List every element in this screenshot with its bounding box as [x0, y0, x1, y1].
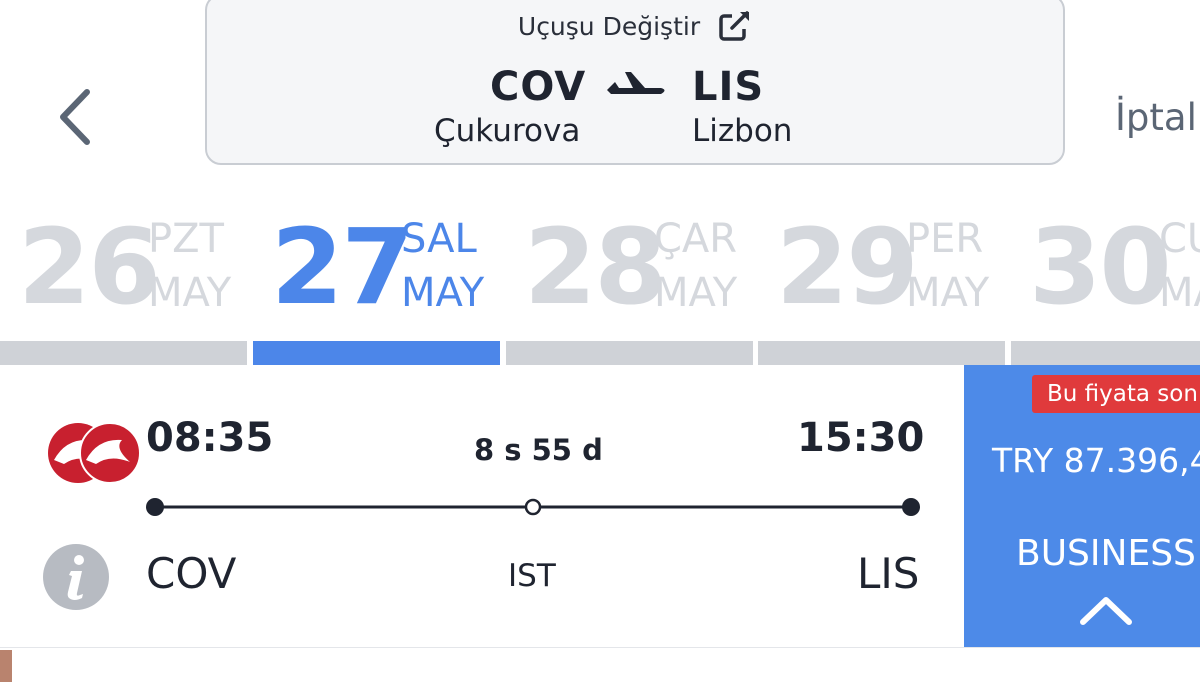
date-weekday: PZT: [148, 216, 224, 262]
date-day: 30: [1029, 206, 1172, 328]
date-month: MAY: [654, 270, 738, 316]
airplane-icon: [607, 72, 665, 94]
date-weekday: ÇAR: [654, 216, 738, 262]
fare-price: TRY 87.396,4: [992, 441, 1200, 480]
edit-icon: [719, 10, 752, 41]
stop-dot: [524, 498, 542, 516]
info-icon[interactable]: [42, 543, 110, 611]
next-result-accent: [0, 650, 12, 682]
date-day: 29: [776, 206, 919, 328]
departure-time: 08:35: [146, 415, 274, 461]
back-button[interactable]: [40, 82, 110, 152]
arrival-airport-code: LIS: [857, 549, 920, 598]
date-selector: 26 PZT MAY 27 SAL MAY 28 ÇAR MAY 29 PER …: [0, 205, 1200, 365]
date-day: 28: [524, 206, 667, 328]
fare-class-label: BUSINESS: [1016, 533, 1196, 574]
date-weekday: SAL: [401, 216, 477, 262]
destination-city: Lizbon: [692, 113, 793, 149]
date-indicator: [506, 341, 753, 365]
date-indicator: [253, 341, 500, 365]
date-month: MAY: [148, 270, 232, 316]
date-month: MAY: [401, 270, 485, 316]
date-weekday: CU: [1159, 216, 1200, 262]
date-month: MA: [1159, 270, 1200, 316]
date-tab-27[interactable]: 27 SAL MAY: [253, 205, 500, 365]
date-weekday: PER: [906, 216, 984, 262]
origin-code: COV: [490, 64, 587, 110]
next-result-row: [0, 648, 1200, 682]
destination-code: LIS: [692, 64, 765, 110]
origin-city: Çukurova: [434, 113, 581, 149]
departure-dot: [146, 498, 164, 516]
date-tab-29[interactable]: 29 PER MAY: [758, 205, 1005, 365]
date-month: MAY: [906, 270, 990, 316]
arrival-time: 15:30: [797, 415, 925, 461]
date-indicator: [0, 341, 247, 365]
change-flight-label: Uçuşu Değiştir: [517, 11, 701, 41]
date-tab-30[interactable]: 30 CU MA: [1011, 205, 1200, 365]
chevron-left-icon: [60, 89, 90, 145]
departure-airport-code: COV: [146, 549, 237, 598]
flight-timeline: [146, 498, 920, 516]
chevron-up-icon: [1080, 597, 1132, 625]
date-indicator: [758, 341, 1005, 365]
date-day: 26: [18, 206, 161, 328]
date-tab-28[interactable]: 28 ÇAR MAY: [506, 205, 753, 365]
flight-duration: 8 s 55 d: [474, 433, 603, 467]
last-seats-badge: Bu fiyata son: [1032, 375, 1200, 413]
change-flight-card[interactable]: Uçuşu Değiştir COV LIS Çukurova Lizbon: [205, 0, 1065, 165]
date-indicator: [1011, 341, 1200, 365]
airline-logo: [48, 422, 141, 484]
arrival-dot: [902, 498, 920, 516]
stopover-airport-code: IST: [508, 558, 556, 594]
cancel-button[interactable]: İptal: [1115, 96, 1197, 139]
business-fare-button[interactable]: Bu fiyata son TRY 87.396,4 BUSINESS: [964, 365, 1200, 647]
date-day: 27: [271, 206, 414, 328]
date-tab-26[interactable]: 26 PZT MAY: [0, 205, 247, 365]
change-flight-row[interactable]: Uçuşu Değiştir: [207, 6, 1063, 46]
flight-result-row[interactable]: 08:35 8 s 55 d 15:30 COV IST LIS Bu fiya…: [0, 365, 1200, 649]
